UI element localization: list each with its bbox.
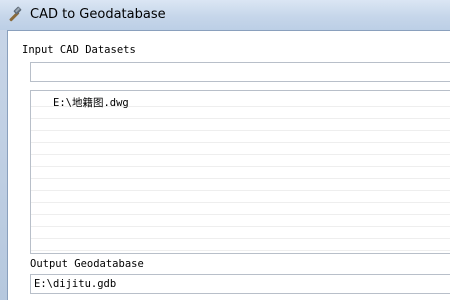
list-row-empty bbox=[31, 179, 450, 191]
list-row-empty bbox=[31, 119, 450, 131]
input-cad-datasets-field[interactable] bbox=[30, 62, 450, 82]
list-row-empty bbox=[31, 203, 450, 215]
input-cad-datasets-label: Input CAD Datasets bbox=[22, 44, 136, 56]
list-row-empty bbox=[31, 155, 450, 167]
list-row-empty bbox=[31, 227, 450, 239]
list-row-empty bbox=[31, 239, 450, 251]
dialog-window: CAD to Geodatabase Input CAD Datasets E:… bbox=[0, 0, 450, 300]
output-geodatabase-label: Output Geodatabase bbox=[30, 258, 144, 270]
list-row-empty bbox=[31, 167, 450, 179]
window-title: CAD to Geodatabase bbox=[30, 7, 166, 22]
hammer-icon bbox=[9, 6, 22, 22]
list-row-empty bbox=[31, 131, 450, 143]
title-bar[interactable]: CAD to Geodatabase bbox=[0, 0, 450, 30]
output-geodatabase-field[interactable]: E:\dijitu.gdb bbox=[30, 274, 450, 294]
list-item[interactable]: E:\地籍图.dwg bbox=[31, 95, 450, 109]
output-geodatabase-value: E:\dijitu.gdb bbox=[34, 278, 117, 290]
list-row-empty bbox=[31, 215, 450, 227]
list-row-empty bbox=[31, 107, 450, 119]
list-row-empty bbox=[31, 143, 450, 155]
datasets-list[interactable]: E:\地籍图.dwg bbox=[30, 90, 450, 254]
list-row-empty bbox=[31, 191, 450, 203]
